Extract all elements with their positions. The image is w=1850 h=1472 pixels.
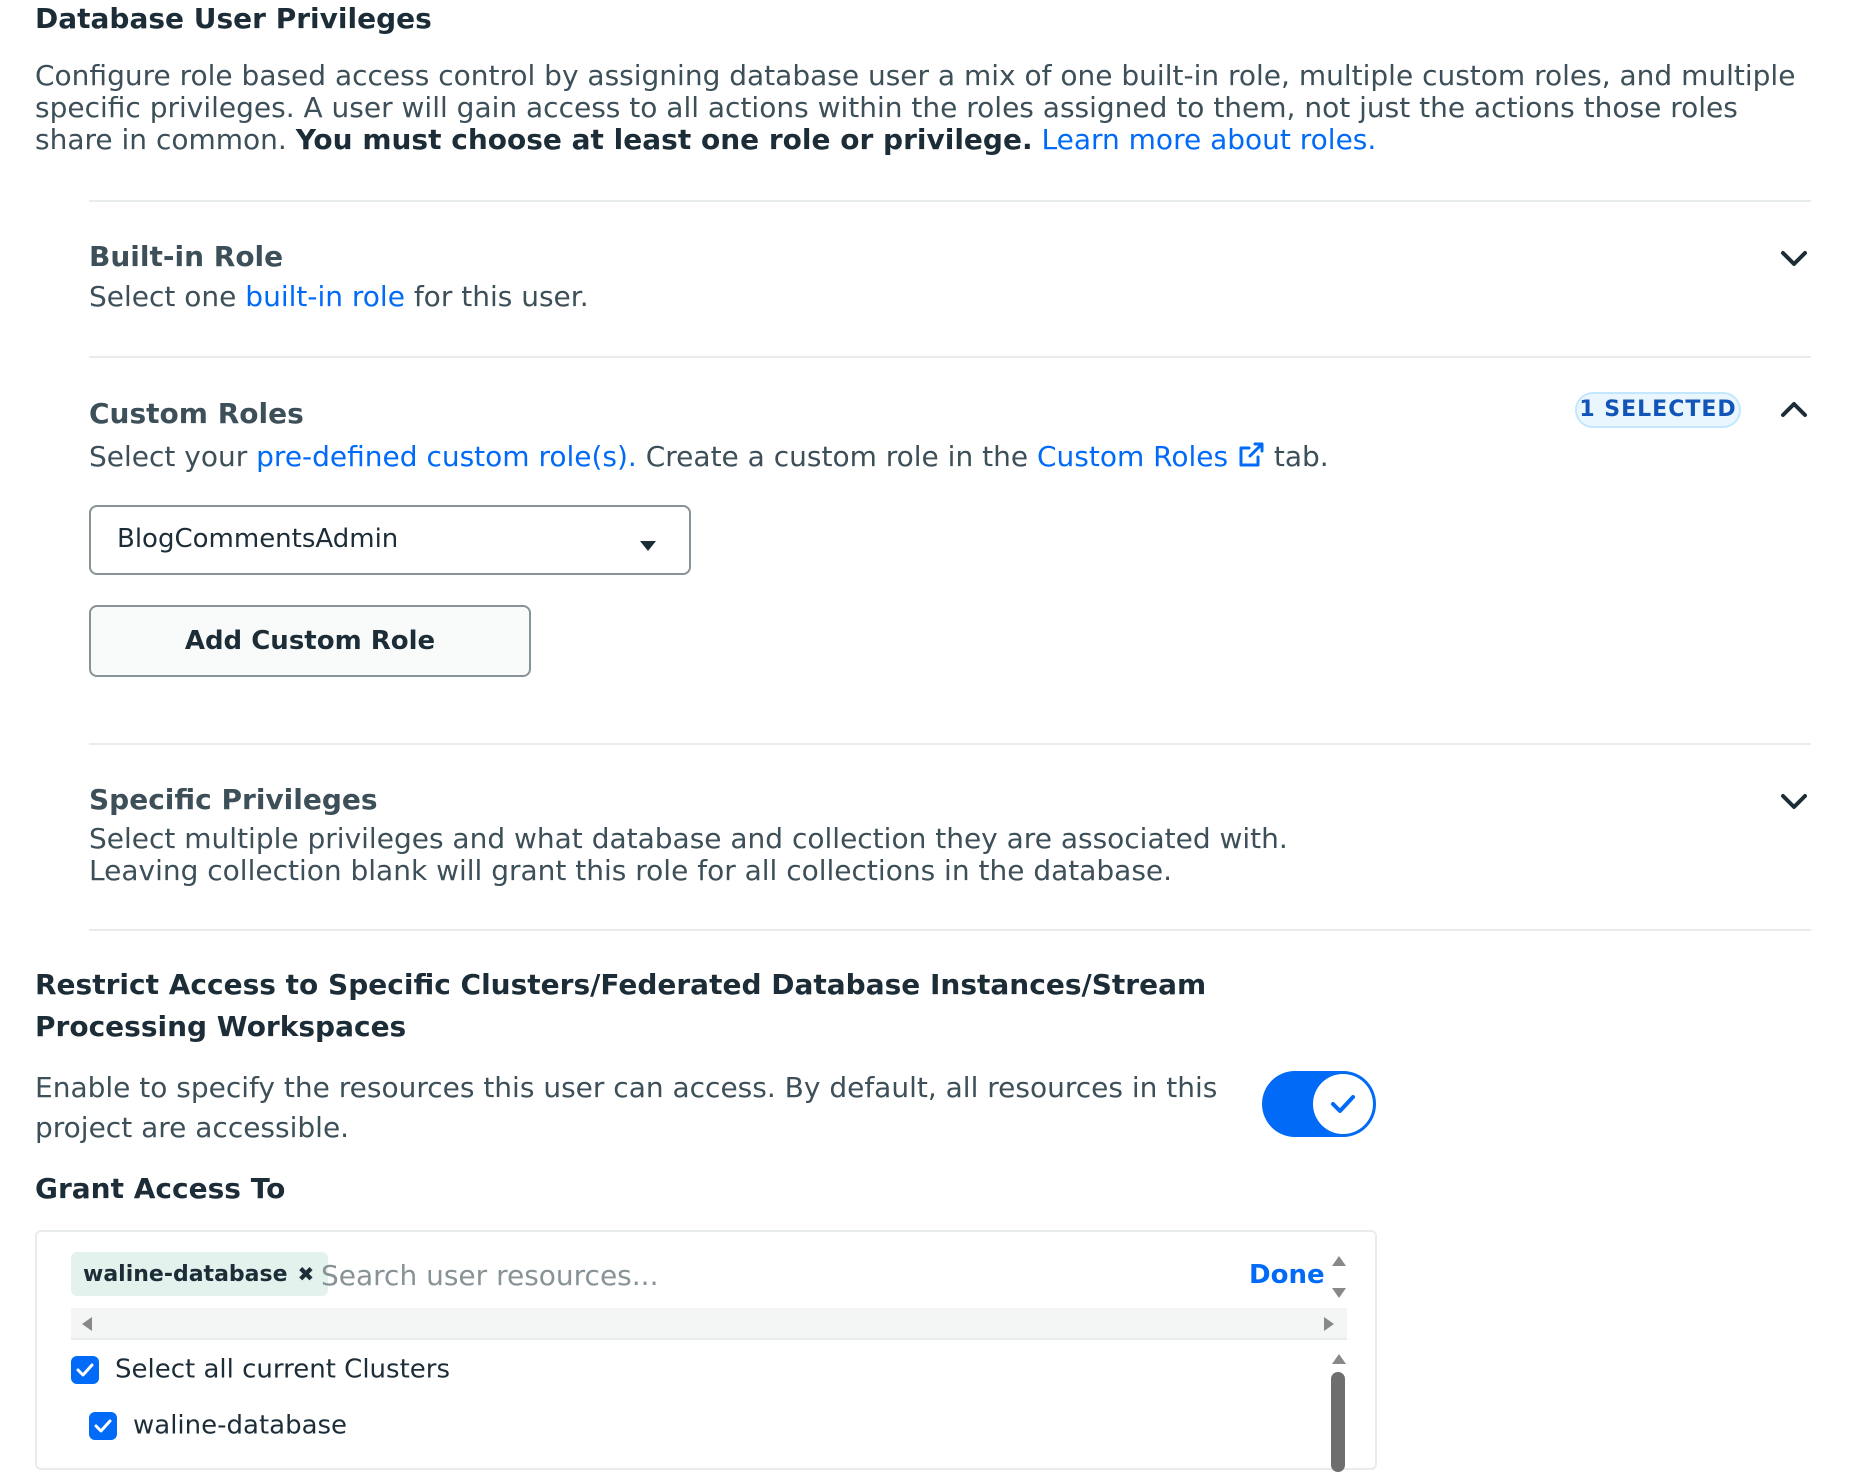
specific-privileges-desc: Select multiple privileges and what data… — [89, 823, 1288, 887]
custom-roles-desc-middle: Create a custom role in the — [645, 440, 1029, 473]
page-title: Database User Privileges — [35, 2, 432, 35]
built-in-role-desc-prefix: Select one — [89, 280, 237, 313]
built-in-role-desc-suffix: for this user. — [413, 280, 589, 313]
scroll-down-arrow-icon[interactable] — [1331, 1284, 1347, 1303]
built-in-role-link[interactable]: built-in role — [245, 280, 405, 313]
scroll-up-arrow-icon[interactable] — [1331, 1350, 1347, 1369]
resource-selector-panel: waline-database✖ Done Select all curre — [35, 1230, 1377, 1472]
scroll-left-arrow-icon[interactable] — [81, 1316, 93, 1336]
chevron-down-icon[interactable] — [1777, 784, 1811, 818]
privileges-intro: Configure role based access control by a… — [35, 60, 1815, 156]
built-in-role-desc: Select one built-in role for this user. — [89, 281, 589, 313]
specific-privileges-desc-line2: Leaving collection blank will grant this… — [89, 854, 1173, 887]
custom-roles-desc-suffix: tab. — [1273, 440, 1329, 473]
vertical-scrollbar-thumb[interactable] — [1331, 1372, 1345, 1472]
external-link-icon — [1237, 441, 1265, 476]
custom-roles-desc: Select your pre-defined custom role(s). … — [89, 441, 1329, 476]
custom-roles-title[interactable]: Custom Roles — [89, 397, 304, 430]
add-custom-role-button[interactable]: Add Custom Role — [89, 605, 531, 677]
chevron-down-icon[interactable] — [1777, 241, 1811, 275]
page: Database User Privileges Configure role … — [0, 0, 1850, 1472]
specific-privileges-desc-line1: Select multiple privileges and what data… — [89, 822, 1288, 855]
pre-defined-custom-roles-link[interactable]: pre-defined custom role(s). — [256, 440, 637, 473]
checkbox-checked-icon — [89, 1411, 117, 1440]
custom-role-select[interactable]: BlogCommentsAdmin — [89, 505, 691, 575]
divider — [89, 356, 1811, 358]
resource-search-input[interactable] — [319, 1252, 1023, 1298]
horizontal-scrollbar[interactable] — [71, 1308, 1347, 1338]
divider — [71, 1338, 1347, 1340]
toggle-knob — [1313, 1074, 1373, 1134]
intro-required-note: You must choose at least one role or pri… — [295, 123, 1033, 156]
built-in-role-title[interactable]: Built-in Role — [89, 240, 283, 273]
selected-resource-chip-label: waline-database — [83, 1262, 288, 1287]
chevron-up-icon[interactable] — [1777, 393, 1811, 427]
scroll-right-arrow-icon[interactable] — [1323, 1316, 1335, 1336]
scroll-up-arrow-icon[interactable] — [1331, 1252, 1347, 1271]
selected-resource-chip: waline-database ✖ — [71, 1252, 329, 1296]
selected-count-badge: 1 SELECTED — [1575, 392, 1741, 428]
learn-more-roles-link[interactable]: Learn more about roles. — [1042, 123, 1377, 156]
custom-roles-tab-link-label: Custom Roles — [1036, 440, 1229, 473]
divider — [89, 743, 1811, 745]
cluster-checkbox-item[interactable]: waline-database — [89, 1410, 347, 1441]
restrict-access-desc: Enable to specify the resources this use… — [35, 1071, 1218, 1144]
divider — [89, 929, 1811, 931]
restrict-access-title: Restrict Access to Specific Clusters/Fed… — [35, 968, 1207, 1043]
select-all-clusters-label: Select all current Clusters — [115, 1354, 451, 1385]
select-all-clusters-checkbox[interactable]: Select all current Clusters — [71, 1354, 450, 1385]
cluster-checkbox-label: waline-database — [133, 1410, 348, 1441]
done-button[interactable]: Done — [1249, 1260, 1325, 1290]
specific-privileges-title[interactable]: Specific Privileges — [89, 783, 378, 816]
caret-down-icon — [639, 537, 657, 556]
custom-role-select-value: BlogCommentsAdmin — [117, 524, 399, 554]
check-icon — [1331, 1095, 1355, 1113]
custom-roles-tab-link[interactable]: Custom Roles — [1037, 440, 1265, 473]
divider — [89, 200, 1811, 202]
custom-roles-desc-prefix: Select your — [89, 440, 248, 473]
remove-chip-icon[interactable]: ✖ — [298, 1252, 315, 1296]
restrict-access-toggle[interactable] — [1262, 1071, 1376, 1137]
grant-access-title: Grant Access To — [35, 1172, 286, 1205]
checkbox-checked-icon — [71, 1355, 99, 1384]
